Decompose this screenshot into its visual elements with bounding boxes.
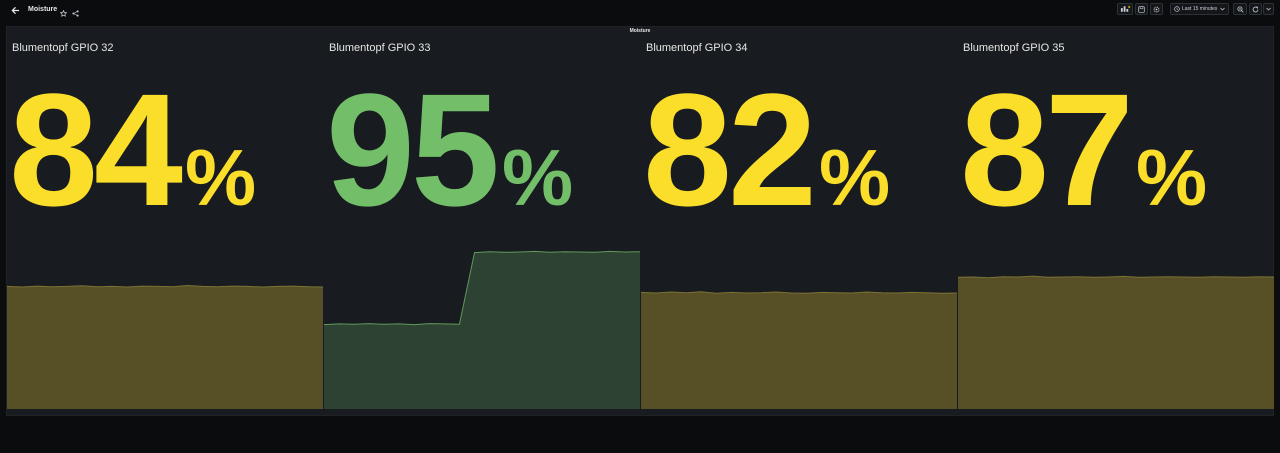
gear-icon [1153,6,1160,12]
moisture-row: Moisture Blumentopf GPIO 32 84 % Blument… [6,26,1275,416]
stat-value: 87 % [960,70,1207,230]
refresh-icon [1252,5,1259,12]
time-range-picker[interactable]: Last 15 minutes [1170,3,1229,15]
refresh-button[interactable] [1249,3,1262,15]
stat-unit: % [501,133,574,222]
star-button[interactable] [59,4,69,17]
stat-value: 95 % [326,70,573,230]
stat-value: 82 % [643,70,890,230]
add-panel-button[interactable] [1117,3,1133,15]
save-dashboard-button[interactable] [1135,3,1148,15]
arrow-left-icon [10,6,19,14]
chevron-down-icon [1220,7,1225,11]
clock-icon [1174,6,1180,12]
star-icon [59,9,68,17]
stat-value: 84 % [9,70,256,230]
sparkline-line [6,284,324,288]
stat-number: 87 [960,60,1134,239]
stat-unit: % [184,133,257,222]
zoom-out-button[interactable] [1233,3,1247,15]
stat-number: 95 [326,60,500,239]
sparkline-chart [6,284,324,409]
sparkline-chart [957,275,1275,409]
sparkline-area [641,291,957,409]
refresh-interval-button[interactable] [1263,3,1274,15]
stat-panel-gpio-34[interactable]: Blumentopf GPIO 34 82 % [640,27,958,415]
share-button[interactable] [72,4,80,17]
sparkline-chart [640,291,958,409]
stat-panel-gpio-35[interactable]: Blumentopf GPIO 35 87 % [957,27,1275,415]
dashboard-title[interactable]: Moisture [28,4,57,16]
back-button[interactable] [8,3,22,17]
sparkline-chart [323,250,641,409]
sparkline-area [958,276,1274,409]
time-range-label: Last 15 minutes [1182,6,1218,12]
add-panel-icon [1120,5,1130,12]
dashboard-header: Moisture Last 15 minutes [0,0,1280,20]
sparkline-area [7,285,323,409]
stat-panel-gpio-32[interactable]: Blumentopf GPIO 32 84 % [6,27,324,415]
stat-unit: % [1135,133,1208,222]
stat-number: 82 [643,60,817,239]
save-icon [1138,5,1145,13]
zoom-out-icon [1236,5,1244,13]
share-icon [72,10,79,17]
chevron-down-icon [1266,7,1271,11]
panel-title[interactable]: Blumentopf GPIO 34 [646,42,748,54]
stat-panel-gpio-33[interactable]: Blumentopf GPIO 33 95 % [323,27,641,415]
stat-unit: % [818,133,891,222]
settings-button[interactable] [1150,3,1163,15]
panel-title[interactable]: Blumentopf GPIO 32 [12,42,114,54]
stat-number: 84 [9,60,183,239]
panel-title[interactable]: Blumentopf GPIO 35 [963,42,1065,54]
sparkline-area [324,251,640,409]
panel-title[interactable]: Blumentopf GPIO 33 [329,42,431,54]
